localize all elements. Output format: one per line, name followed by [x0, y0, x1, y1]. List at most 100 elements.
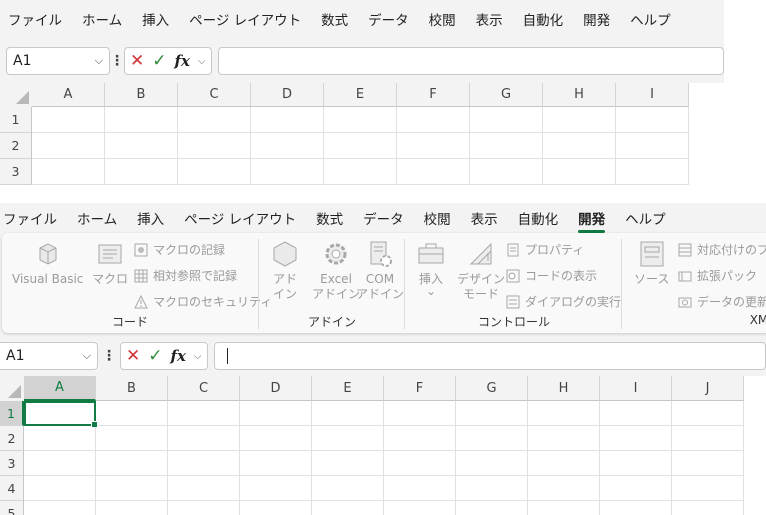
row-header-5[interactable]: 5: [0, 501, 24, 515]
cell-a3[interactable]: [24, 451, 96, 476]
tab-view[interactable]: 表示: [466, 9, 513, 29]
cell-a1[interactable]: [32, 107, 105, 133]
column-header-e[interactable]: E: [312, 376, 384, 401]
tab-developer[interactable]: 開発: [573, 9, 620, 29]
column-header-c[interactable]: C: [168, 376, 240, 401]
tab-data[interactable]: データ: [358, 9, 419, 29]
tab-data[interactable]: データ: [353, 208, 414, 228]
cancel-icon[interactable]: ✕: [130, 51, 144, 71]
cell-c4[interactable]: [168, 476, 240, 501]
cell-i3[interactable]: [600, 451, 672, 476]
more-options-icon[interactable]: ⋮: [98, 348, 120, 364]
row-header-1[interactable]: 1: [0, 401, 24, 426]
cell-j5[interactable]: [672, 501, 744, 515]
cell-i1[interactable]: [616, 107, 689, 133]
column-header-d[interactable]: D: [240, 376, 312, 401]
cell-i4[interactable]: [600, 476, 672, 501]
tab-help[interactable]: ヘルプ: [620, 9, 681, 29]
cell-a4[interactable]: [24, 476, 96, 501]
column-header-h[interactable]: H: [543, 83, 616, 107]
xml-source-button[interactable]: ソース: [634, 239, 669, 287]
design-mode-button[interactable]: デザイン モード: [457, 239, 505, 302]
cell-c2[interactable]: [168, 426, 240, 451]
insert-control-button[interactable]: 挿入 ⌄: [416, 239, 446, 297]
tab-automate[interactable]: 自動化: [508, 208, 569, 228]
tab-home[interactable]: ホーム: [72, 9, 132, 29]
macro-security-button[interactable]: マクロのセキュリティ: [134, 293, 272, 310]
cell-g2[interactable]: [456, 426, 528, 451]
column-header-b[interactable]: B: [105, 83, 178, 107]
column-header-g[interactable]: G: [456, 376, 528, 401]
cell-g5[interactable]: [456, 501, 528, 515]
expansion-packs-button[interactable]: 拡張パック: [678, 267, 757, 284]
cell-d1[interactable]: [251, 107, 324, 133]
cell-d3[interactable]: [251, 159, 324, 185]
tab-developer[interactable]: 開発: [568, 208, 615, 233]
cell-b2[interactable]: [96, 426, 168, 451]
cell-h1[interactable]: [528, 401, 600, 426]
cell-d5[interactable]: [240, 501, 312, 515]
tab-automate[interactable]: 自動化: [513, 9, 574, 29]
visual-basic-button[interactable]: Visual Basic: [12, 239, 83, 287]
cell-c5[interactable]: [168, 501, 240, 515]
cell-i3[interactable]: [616, 159, 689, 185]
row-header-1[interactable]: 1: [0, 107, 32, 133]
cell-g3[interactable]: [470, 159, 543, 185]
formula-input[interactable]: [217, 47, 724, 75]
column-header-e[interactable]: E: [324, 83, 397, 107]
cell-c1[interactable]: [178, 107, 251, 133]
select-all-corner[interactable]: [0, 376, 24, 401]
cell-a2[interactable]: [24, 426, 96, 451]
cell-b1[interactable]: [105, 107, 178, 133]
cell-d4[interactable]: [240, 476, 312, 501]
row-header-3[interactable]: 3: [0, 451, 24, 476]
column-header-i[interactable]: I: [616, 83, 689, 107]
cell-b1[interactable]: [96, 401, 168, 426]
name-box[interactable]: A1 ⌵: [0, 342, 98, 370]
excel-addins-button[interactable]: Excel アドイン: [312, 239, 360, 302]
cell-h5[interactable]: [528, 501, 600, 515]
cell-b3[interactable]: [96, 451, 168, 476]
tab-review[interactable]: 校閲: [419, 9, 466, 29]
tab-help[interactable]: ヘルプ: [615, 208, 676, 228]
cell-i2[interactable]: [616, 133, 689, 159]
properties-button[interactable]: プロパティ: [506, 241, 584, 258]
chevron-down-icon[interactable]: ⌵: [83, 349, 91, 363]
cell-a2[interactable]: [32, 133, 105, 159]
com-addins-button[interactable]: COM アドイン: [356, 239, 404, 302]
row-header-4[interactable]: 4: [0, 476, 24, 501]
column-header-a[interactable]: A: [32, 83, 105, 107]
cell-d3[interactable]: [240, 451, 312, 476]
column-header-d[interactable]: D: [251, 83, 324, 107]
row-header-2[interactable]: 2: [0, 426, 24, 451]
tab-home[interactable]: ホーム: [67, 208, 127, 228]
confirm-icon[interactable]: ✓: [152, 51, 166, 71]
cell-f4[interactable]: [384, 476, 456, 501]
insert-function-icon[interactable]: fx: [171, 347, 186, 365]
tab-insert[interactable]: 挿入: [127, 208, 174, 228]
cell-h2[interactable]: [528, 426, 600, 451]
column-header-b[interactable]: B: [96, 376, 168, 401]
cell-f3[interactable]: [397, 159, 470, 185]
cell-g4[interactable]: [456, 476, 528, 501]
formula-input[interactable]: [213, 342, 766, 370]
cell-i2[interactable]: [600, 426, 672, 451]
column-header-f[interactable]: F: [384, 376, 456, 401]
cell-j2[interactable]: [672, 426, 744, 451]
chevron-down-icon[interactable]: ⌵: [194, 351, 202, 362]
cell-f2[interactable]: [384, 426, 456, 451]
more-options-icon[interactable]: ⋮: [110, 53, 124, 69]
row-header-3[interactable]: 3: [0, 159, 32, 185]
cell-j3[interactable]: [672, 451, 744, 476]
cell-h1[interactable]: [543, 107, 616, 133]
cell-b4[interactable]: [96, 476, 168, 501]
cell-g2[interactable]: [470, 133, 543, 159]
row-header-2[interactable]: 2: [0, 133, 32, 159]
cell-e3[interactable]: [324, 159, 397, 185]
cell-e2[interactable]: [312, 426, 384, 451]
column-header-c[interactable]: C: [178, 83, 251, 107]
cell-c3[interactable]: [178, 159, 251, 185]
addins-button[interactable]: アド イン: [270, 239, 300, 302]
cell-b2[interactable]: [105, 133, 178, 159]
tab-formulas[interactable]: 数式: [306, 208, 353, 228]
